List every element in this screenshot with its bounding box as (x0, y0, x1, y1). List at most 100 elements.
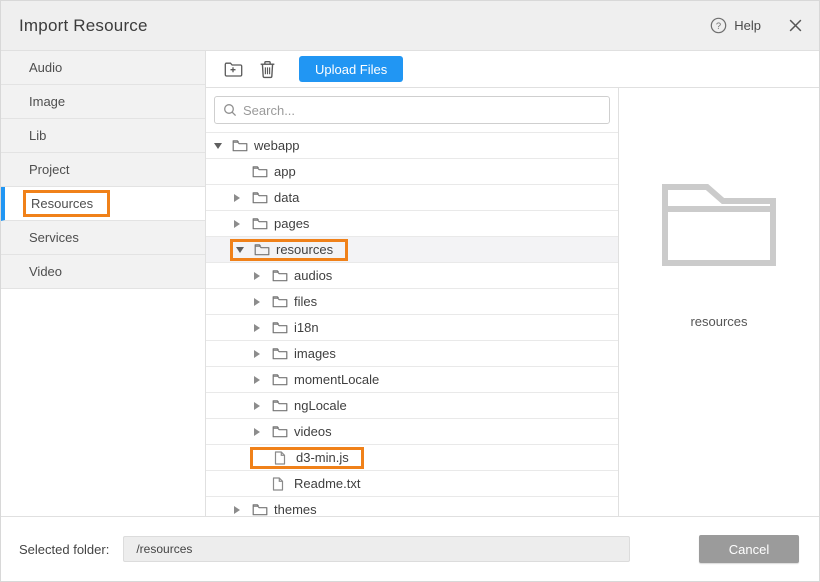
tree-row-images[interactable]: images (206, 341, 618, 367)
search-box (214, 96, 610, 124)
tree-row-content: momentLocale (250, 369, 383, 391)
tree-row-themes[interactable]: themes (206, 497, 618, 516)
tree-row-files[interactable]: files (206, 289, 618, 315)
sidebar-item-lib[interactable]: Lib (1, 119, 205, 153)
folder-icon (272, 295, 288, 308)
folder-icon (272, 425, 288, 438)
header-actions: ? Help (710, 17, 803, 34)
close-icon[interactable] (788, 18, 803, 33)
folder-icon (272, 347, 288, 360)
folder-icon (252, 191, 268, 204)
dialog-title: Import Resource (19, 16, 148, 36)
tree-node-label: audios (294, 268, 332, 283)
tree-row-content: d3-min.js (250, 447, 364, 469)
cancel-button[interactable]: Cancel (699, 535, 799, 563)
help-icon[interactable]: ? (710, 17, 727, 34)
tree-row-content: data (230, 187, 303, 209)
tree-node-label: images (294, 346, 336, 361)
tree-row-audios[interactable]: audios (206, 263, 618, 289)
folder-icon (252, 217, 268, 230)
collapse-arrow-icon[interactable] (254, 298, 272, 306)
collapse-arrow-icon[interactable] (254, 428, 272, 436)
tree-node-label: Readme.txt (294, 476, 360, 491)
lower-area: webapp app data pages resources audios files i1… (206, 88, 819, 516)
dialog-body: Audio Image Lib Project Resources Services Vid… (1, 51, 819, 516)
collapse-arrow-icon[interactable] (254, 402, 272, 410)
new-folder-icon[interactable] (223, 59, 243, 79)
sidebar-item-resources[interactable]: Resources (1, 187, 205, 221)
search-icon (223, 103, 237, 117)
expand-arrow-icon[interactable] (214, 143, 232, 149)
tree-row-webapp[interactable]: webapp (206, 133, 618, 159)
tree-row-content: ngLocale (250, 395, 351, 417)
sidebar-item-label: Project (23, 158, 75, 181)
tree-row-content: app (230, 161, 300, 183)
toolbar: Upload Files (206, 51, 819, 88)
tree-row-content: i18n (250, 317, 323, 339)
tree-row-content: audios (250, 265, 336, 287)
sidebar-item-label: Resources (23, 190, 110, 217)
sidebar-item-audio[interactable]: Audio (1, 51, 205, 85)
folder-icon (272, 373, 288, 386)
help-link[interactable]: Help (734, 18, 761, 33)
sidebar-item-project[interactable]: Project (1, 153, 205, 187)
tree-row-app[interactable]: app (206, 159, 618, 185)
folder-icon (272, 269, 288, 282)
sidebar-item-image[interactable]: Image (1, 85, 205, 119)
tree-node-label: data (274, 190, 299, 205)
selected-folder-label: Selected folder: (19, 542, 109, 557)
tree-node-label: d3-min.js (296, 450, 349, 465)
tree-row-content: webapp (210, 135, 304, 157)
tree-row-momentlocale[interactable]: momentLocale (206, 367, 618, 393)
tree-node-label: momentLocale (294, 372, 379, 387)
collapse-arrow-icon[interactable] (254, 272, 272, 280)
collapse-arrow-icon[interactable] (234, 220, 252, 228)
tree-node-label: pages (274, 216, 309, 231)
collapse-arrow-icon[interactable] (254, 324, 272, 332)
tree-row-data[interactable]: data (206, 185, 618, 211)
tree-row-pages[interactable]: pages (206, 211, 618, 237)
tree-node-label: webapp (254, 138, 300, 153)
search-input[interactable] (243, 103, 601, 118)
folder-icon (272, 321, 288, 334)
trash-icon[interactable] (257, 59, 277, 79)
tree-node-label: videos (294, 424, 332, 439)
collapse-arrow-icon[interactable] (254, 350, 272, 358)
folder-icon (272, 399, 288, 412)
sidebar-item-label: Services (23, 226, 85, 249)
sidebar-item-video[interactable]: Video (1, 255, 205, 289)
collapse-arrow-icon[interactable] (234, 194, 252, 202)
tree-node-label: resources (276, 242, 333, 257)
tree-node-label: ngLocale (294, 398, 347, 413)
preview-panel: resources (619, 88, 819, 516)
collapse-arrow-icon[interactable] (254, 376, 272, 384)
collapse-arrow-icon[interactable] (234, 506, 252, 514)
tree-row-content: Readme.txt (250, 473, 364, 495)
tree-row-content: resources (230, 239, 348, 261)
sidebar-item-label: Audio (23, 56, 68, 79)
dialog-footer: Selected folder: Cancel (1, 516, 819, 581)
tree-row-readme-txt[interactable]: Readme.txt (206, 471, 618, 497)
tree-row-nglocale[interactable]: ngLocale (206, 393, 618, 419)
tree-row-i18n[interactable]: i18n (206, 315, 618, 341)
sidebar-item-label: Image (23, 90, 71, 113)
content-area: Upload Files webapp app data pages resources… (206, 51, 819, 516)
folder-icon (252, 165, 268, 178)
file-tree-panel: webapp app data pages resources audios files i1… (206, 88, 619, 516)
expand-arrow-icon[interactable] (236, 247, 254, 253)
tree-row-content: pages (230, 213, 313, 235)
tree-row-resources[interactable]: resources (206, 237, 618, 263)
tree-row-videos[interactable]: videos (206, 419, 618, 445)
sidebar-item-label: Video (23, 260, 68, 283)
tree-row-d3-min-js[interactable]: d3-min.js (206, 445, 618, 471)
selected-folder-input[interactable] (123, 536, 630, 562)
file-icon (274, 451, 290, 465)
preview-label: resources (690, 314, 747, 329)
dialog-header: Import Resource ? Help (1, 1, 819, 51)
sidebar-item-services[interactable]: Services (1, 221, 205, 255)
tree-node-label: files (294, 294, 317, 309)
file-tree: webapp app data pages resources audios files i1… (206, 132, 618, 516)
upload-files-button[interactable]: Upload Files (299, 56, 403, 82)
folder-large-icon (657, 178, 781, 272)
tree-row-content: files (250, 291, 321, 313)
